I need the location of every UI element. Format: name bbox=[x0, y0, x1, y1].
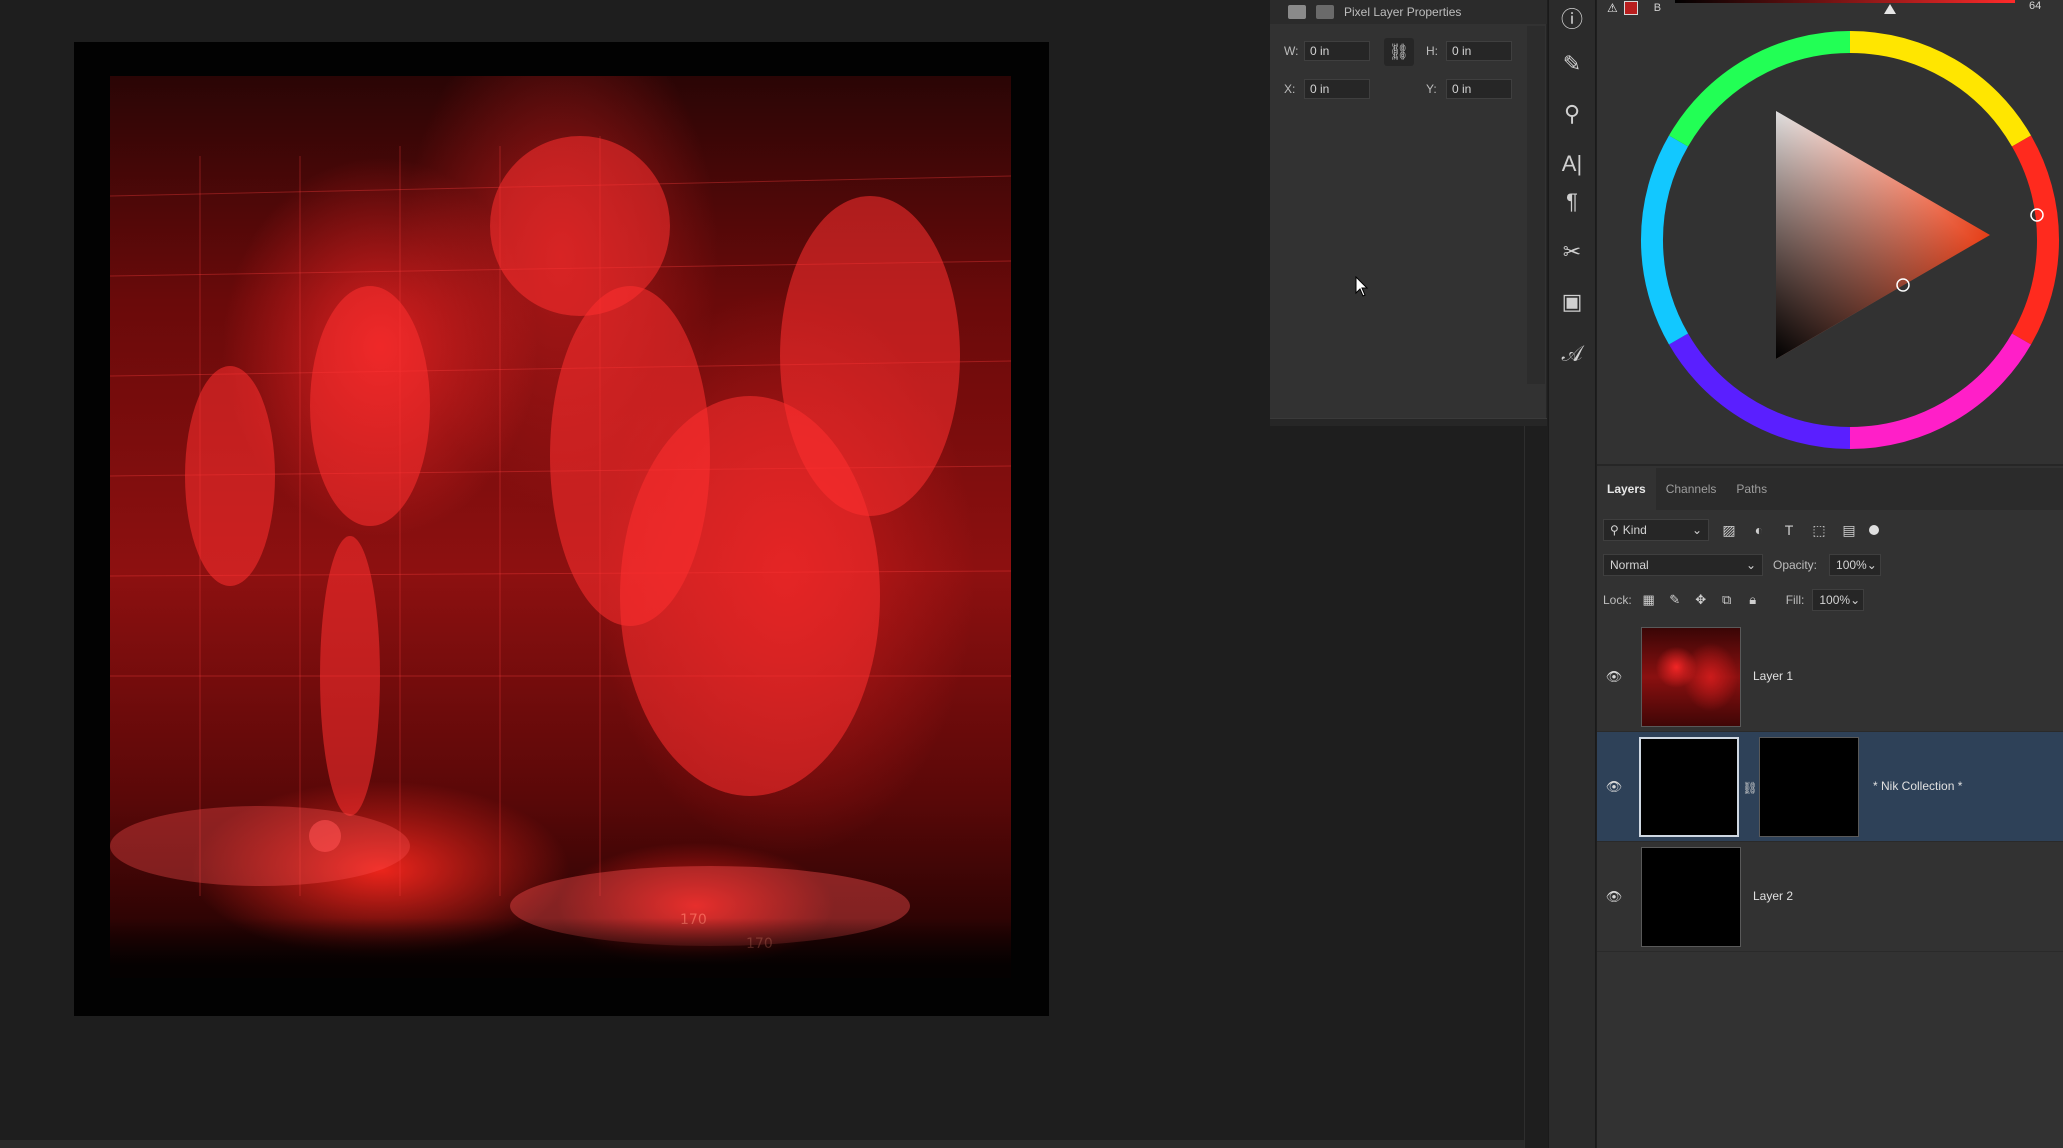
lock-pixels-icon[interactable]: ✎ bbox=[1666, 591, 1684, 609]
character-icon[interactable]: A| bbox=[1549, 146, 1595, 182]
link-dimensions-icon[interactable]: ⛓ bbox=[1384, 38, 1414, 66]
out-of-gamut-warning-icon[interactable]: ⚠ bbox=[1607, 1, 1618, 15]
layer-row[interactable]: 👁︎ Layer 2 bbox=[1597, 842, 2063, 952]
height-field[interactable]: 0 in bbox=[1446, 41, 1512, 61]
mouse-cursor-icon bbox=[1355, 275, 1369, 303]
y-field[interactable]: 0 in bbox=[1446, 79, 1512, 99]
kind-label: Kind bbox=[1622, 523, 1647, 537]
glyphs-icon[interactable]: 𝒜 bbox=[1549, 336, 1595, 372]
chevron-down-icon: ⌄ bbox=[1850, 593, 1861, 607]
properties-resize-handle[interactable] bbox=[1270, 418, 1547, 426]
fill-value: 100% bbox=[1819, 593, 1851, 607]
layer-thumbnail[interactable] bbox=[1641, 847, 1741, 947]
pixel-filter-icon[interactable]: ▨ bbox=[1719, 520, 1739, 540]
layer-name[interactable]: Layer 1 bbox=[1753, 669, 1793, 683]
height-row: H: 0 in bbox=[1426, 41, 1512, 61]
libraries-icon[interactable]: ▣ bbox=[1549, 284, 1595, 320]
panel-icon-strip: ⓘ ✎ ⚲ A| ¶ ✂ ▣ 𝒜 bbox=[1548, 0, 1596, 1148]
y-label: Y: bbox=[1426, 82, 1437, 96]
channel-label: B bbox=[1653, 2, 1662, 14]
visibility-eye-icon[interactable]: 👁︎ bbox=[1605, 778, 1623, 796]
foreground-swatch[interactable] bbox=[1623, 1, 1638, 15]
layers-panel: Layers Channels Paths ⚲ Kind ⌄ ▨ ◐ T ⬚ ▤ bbox=[1597, 468, 2063, 1148]
filter-toggle[interactable] bbox=[1869, 525, 1879, 535]
photoshop-window: 170 170 Pixel Layer Properties W: 0 in ⛓… bbox=[0, 0, 2063, 1148]
document-image: 170 170 bbox=[110, 76, 1011, 978]
height-label: H: bbox=[1426, 44, 1438, 58]
search-icon: ⚲ bbox=[1610, 523, 1619, 537]
channel-slider-thumb[interactable] bbox=[1884, 4, 1896, 14]
layers-tabs: Layers Channels Paths bbox=[1597, 468, 2063, 510]
x-label: X: bbox=[1284, 82, 1296, 96]
tab-paths[interactable]: Paths bbox=[1726, 468, 1777, 510]
properties-header: Pixel Layer Properties bbox=[1270, 0, 1547, 24]
smart-object-filter-icon[interactable]: ▤ bbox=[1839, 520, 1859, 540]
panel-gutter bbox=[1524, 426, 1548, 1148]
shape-filter-icon[interactable]: ⬚ bbox=[1809, 520, 1829, 540]
info-icon[interactable]: ⓘ bbox=[1549, 0, 1595, 36]
width-label: W: bbox=[1284, 44, 1299, 58]
status-bar bbox=[0, 1140, 1524, 1148]
lock-transparency-icon[interactable]: ▦ bbox=[1640, 591, 1658, 609]
properties-title: Pixel Layer Properties bbox=[1344, 5, 1462, 19]
lock-label: Lock: bbox=[1603, 593, 1632, 607]
paragraph-icon[interactable]: ¶ bbox=[1549, 184, 1595, 220]
channel-value[interactable]: 64 bbox=[2029, 0, 2041, 12]
x-row: X: 0 in bbox=[1284, 79, 1370, 99]
lock-artboard-icon[interactable]: ⧉ bbox=[1718, 591, 1736, 609]
mask-icon[interactable] bbox=[1316, 5, 1334, 19]
blend-mode-value: Normal bbox=[1610, 558, 1649, 572]
chevron-down-icon: ⌄ bbox=[1745, 558, 1756, 572]
chevron-down-icon: ⌄ bbox=[1691, 523, 1702, 537]
opacity-field[interactable]: 100% ⌄ bbox=[1829, 554, 1882, 576]
layer-row[interactable]: 👁︎ Layer 1 bbox=[1597, 622, 2063, 732]
color-wheel[interactable] bbox=[1640, 30, 2060, 450]
y-row: Y: 0 in bbox=[1426, 79, 1512, 99]
clone-source-icon[interactable]: ⚲ bbox=[1549, 96, 1595, 132]
properties-panel: Pixel Layer Properties W: 0 in ⛓ H: 0 in… bbox=[1270, 0, 1547, 426]
pixel-layer-icon[interactable] bbox=[1288, 5, 1306, 19]
artwork-overlay: 170 170 bbox=[110, 136, 1011, 952]
layer-name[interactable]: Layer 2 bbox=[1753, 889, 1793, 903]
width-row: W: 0 in bbox=[1284, 41, 1370, 61]
layer-thumbnail[interactable] bbox=[1639, 737, 1739, 837]
fill-field[interactable]: 100% ⌄ bbox=[1812, 589, 1865, 611]
mask-link-icon[interactable]: ⛓ bbox=[1742, 778, 1757, 798]
brush-settings-icon[interactable]: ✎ bbox=[1549, 46, 1595, 82]
opacity-label: Opacity: bbox=[1773, 558, 1818, 572]
tab-layers[interactable]: Layers bbox=[1597, 468, 1656, 510]
layer-row-selected[interactable]: 👁︎ ⛓ * Nik Collection * bbox=[1597, 732, 2063, 842]
visibility-eye-icon[interactable]: 👁︎ bbox=[1605, 888, 1623, 906]
layer-filter-row: ⚲ Kind ⌄ ▨ ◐ T ⬚ ▤ bbox=[1603, 518, 1879, 542]
color-header: ⚠ B bbox=[1607, 0, 1661, 16]
x-field[interactable]: 0 in bbox=[1304, 79, 1370, 99]
adjustment-filter-icon[interactable]: ◐ bbox=[1749, 520, 1769, 540]
tool-presets-icon[interactable]: ✂ bbox=[1549, 234, 1595, 270]
visibility-eye-icon[interactable]: 👁︎ bbox=[1605, 668, 1623, 686]
lock-row: Lock: ▦ ✎ ✥ ⧉ 🔒︎ Fill: 100% ⌄ bbox=[1603, 588, 1865, 612]
image-shadow bbox=[110, 918, 1011, 978]
fill-label: Fill: bbox=[1785, 593, 1805, 607]
tab-channels[interactable]: Channels bbox=[1656, 468, 1727, 510]
document-canvas[interactable]: 170 170 bbox=[74, 42, 1049, 1016]
blend-row: Normal ⌄ Opacity: 100% ⌄ bbox=[1603, 553, 1882, 577]
lock-all-icon[interactable]: 🔒︎ bbox=[1744, 591, 1762, 609]
right-dock: ⚠ B 64 Layers Channels Paths ⚲ Kind ⌄ ▨ … bbox=[1597, 0, 2063, 1148]
properties-scrollbar[interactable] bbox=[1527, 26, 1545, 384]
channel-slider[interactable] bbox=[1675, 0, 2015, 3]
lock-position-icon[interactable]: ✥ bbox=[1692, 591, 1710, 609]
layer-thumbnail[interactable] bbox=[1641, 627, 1741, 727]
kind-filter-select[interactable]: ⚲ Kind ⌄ bbox=[1603, 519, 1709, 541]
blend-mode-select[interactable]: Normal ⌄ bbox=[1603, 554, 1763, 576]
opacity-value: 100% bbox=[1836, 558, 1867, 572]
chevron-down-icon: ⌄ bbox=[1866, 558, 1877, 572]
type-filter-icon[interactable]: T bbox=[1779, 520, 1799, 540]
width-field[interactable]: 0 in bbox=[1304, 41, 1370, 61]
color-panel: ⚠ B 64 bbox=[1597, 0, 2063, 466]
layer-mask-thumbnail[interactable] bbox=[1759, 737, 1859, 837]
layer-name[interactable]: * Nik Collection * bbox=[1873, 779, 1962, 793]
